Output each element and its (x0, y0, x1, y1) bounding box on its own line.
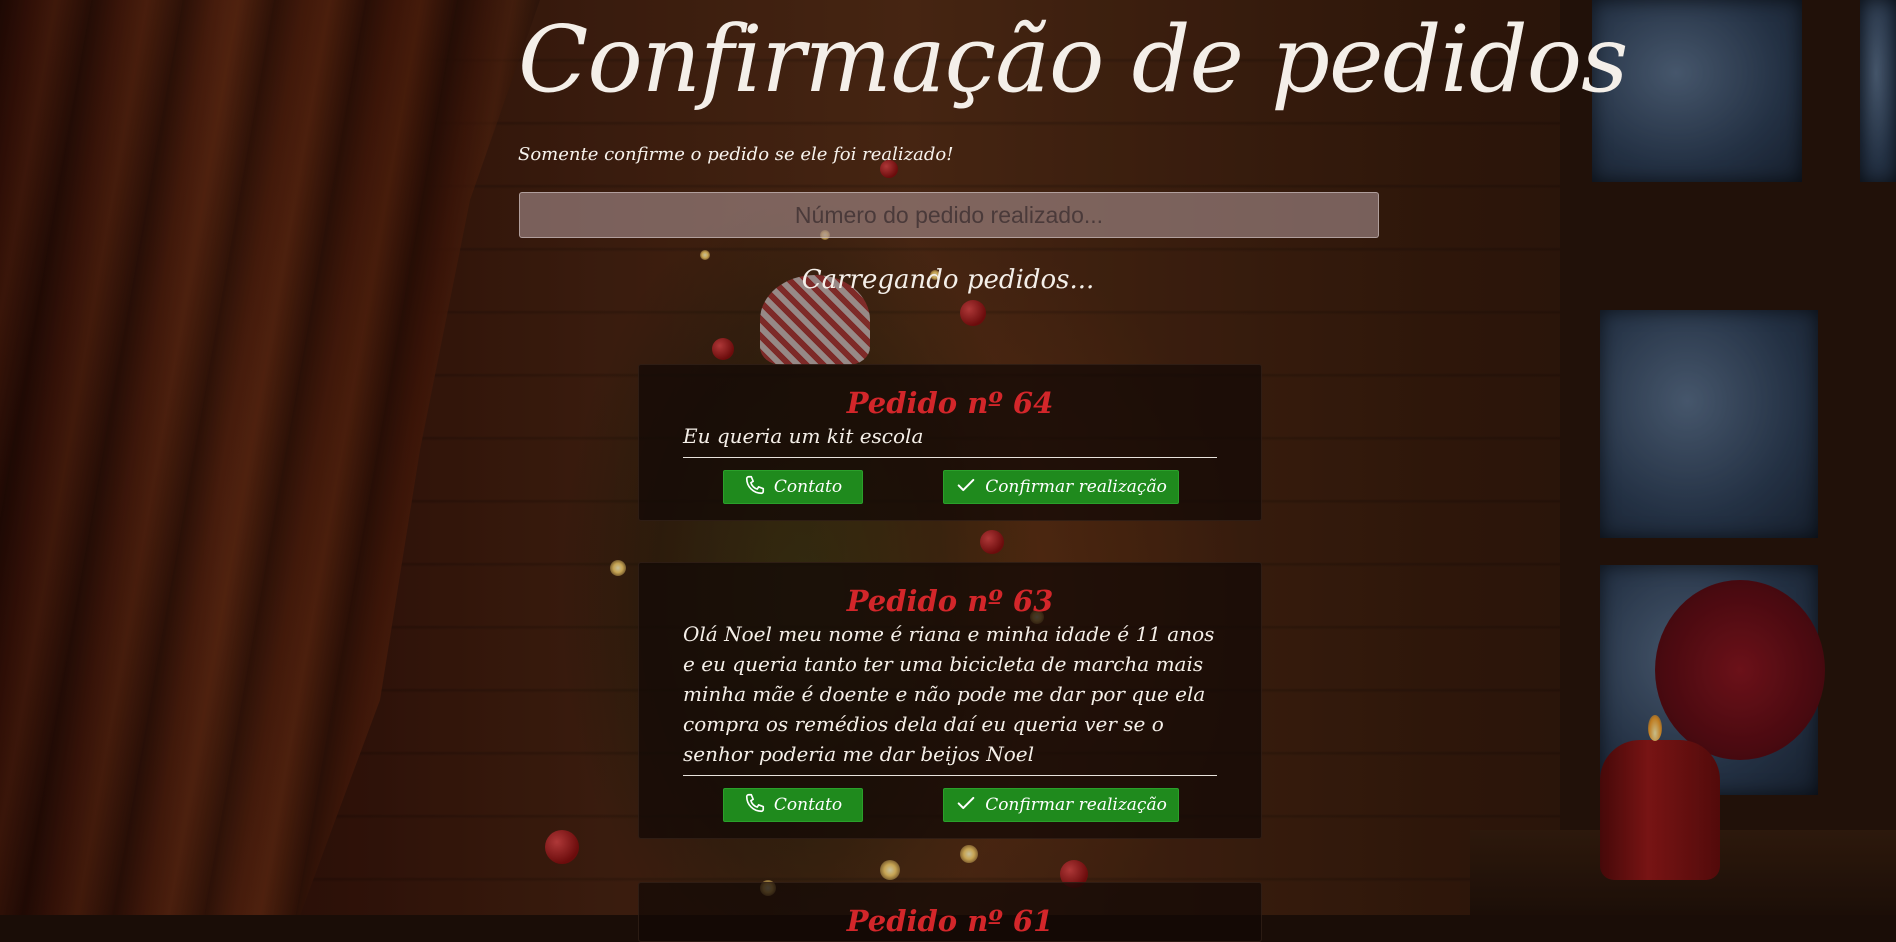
contact-button-label: Contato (773, 795, 843, 815)
confirm-button[interactable]: Confirmar realização (943, 788, 1179, 822)
confirm-button-label: Confirmar realização (985, 477, 1167, 497)
page-title: Confirmação de pedidos (518, 6, 1628, 113)
order-title: Pedido nº 64 (846, 386, 1054, 420)
checkmark-icon (955, 474, 977, 501)
confirm-button[interactable]: Confirmar realização (943, 470, 1179, 504)
order-card: Pedido nº 61 (638, 882, 1262, 942)
contact-button[interactable]: Contato (723, 788, 863, 822)
order-card: Pedido nº 63 Olá Noel meu nome é riana e… (638, 562, 1262, 839)
main-content: Confirmação de pedidos Somente confirme … (0, 0, 1896, 942)
order-actions: Contato Confirmar realização (683, 776, 1217, 838)
order-text: Eu queria um kit escola (683, 421, 1217, 458)
confirm-button-label: Confirmar realização (985, 795, 1167, 815)
phone-icon (744, 792, 766, 819)
order-number-input[interactable] (519, 192, 1379, 238)
phone-icon (744, 474, 766, 501)
order-card: Pedido nº 64 Eu queria um kit escola Con… (638, 364, 1262, 521)
contact-button[interactable]: Contato (723, 470, 863, 504)
loading-status: Carregando pedidos... (801, 265, 1095, 295)
page-subtitle: Somente confirme o pedido se ele foi rea… (518, 144, 954, 165)
order-actions: Contato Confirmar realização (683, 458, 1217, 520)
order-title: Pedido nº 63 (846, 584, 1054, 618)
order-title: Pedido nº 61 (846, 904, 1054, 938)
contact-button-label: Contato (773, 477, 843, 497)
checkmark-icon (955, 792, 977, 819)
order-text: Olá Noel meu nome é riana e minha idade … (683, 619, 1217, 776)
